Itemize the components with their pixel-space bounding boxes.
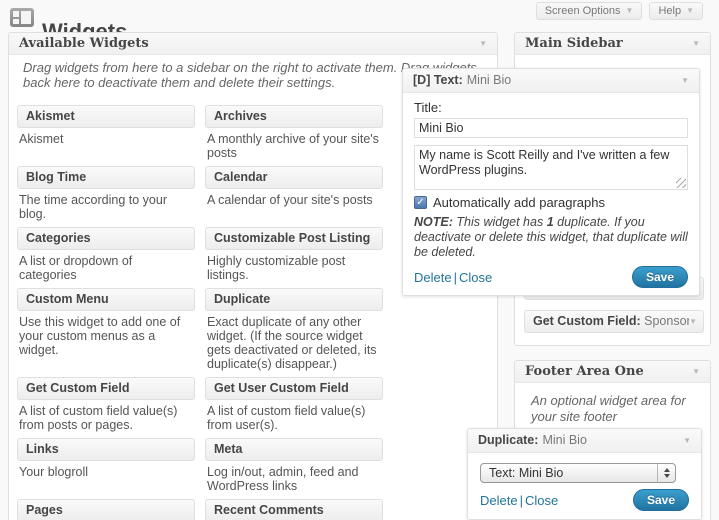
text-widget-editor-header[interactable]: [D] Text: Mini Bio ▼: [403, 69, 699, 93]
widget-description: Log in/out, admin, feed and WordPress li…: [205, 461, 383, 493]
available-widget-card: Blog Time The time according to your blo…: [17, 166, 195, 221]
widget-title-box[interactable]: Calendar: [205, 166, 383, 189]
chevron-down-icon: ▼: [681, 77, 689, 85]
resize-handle-icon[interactable]: [676, 178, 686, 188]
widget-description: A list of custom field value(s) from use…: [205, 400, 383, 432]
chevron-down-icon: ▼: [686, 7, 694, 15]
main-sidebar-header[interactable]: Main Sidebar ▼: [515, 33, 710, 55]
widget-description: A calendar of your site's posts: [205, 189, 383, 207]
widget-title-box[interactable]: Duplicate: [205, 288, 383, 311]
widget-title-input[interactable]: [414, 118, 688, 138]
widget-description: Highly customizable post listings.: [205, 250, 383, 282]
widget-description: The time according to your blog.: [17, 189, 195, 221]
panel-title: Main Sidebar: [525, 36, 623, 51]
widget-description: A monthly archive of your site's posts: [205, 128, 383, 160]
footer-area-description: An optional widget area for your site fo…: [531, 393, 694, 425]
widget-title-box[interactable]: Get User Custom Field: [205, 377, 383, 400]
available-widget-card: Custom Menu Use this widget to add one o…: [17, 288, 195, 371]
available-widget-card: Archives A monthly archive of your site'…: [205, 105, 383, 160]
main-sidebar-panel: Main Sidebar ▼ [D] Text: Mini Bio ▼ Titl…: [514, 32, 711, 346]
widget-description: A list or dropdown of categories: [17, 250, 195, 282]
widget-description: Akismet: [17, 128, 195, 146]
screen-options-button[interactable]: Screen Options ▼: [536, 2, 643, 20]
widget-title-box[interactable]: Meta: [205, 438, 383, 461]
duplicate-source-select[interactable]: Text: Mini Bio: [480, 463, 676, 483]
chevron-down-icon: ▼: [479, 40, 487, 48]
save-button[interactable]: Save: [633, 489, 689, 511]
widget-content-textarea[interactable]: My name is Scott Reilly and I've written…: [414, 145, 688, 190]
duplicate-widget-editor: Duplicate: Mini Bio ▼ Text: Mini Bio Del…: [467, 428, 702, 520]
screen-meta-links: Screen Options ▼ Help ▼: [536, 2, 703, 20]
editor-links: Delete|Close: [480, 493, 558, 508]
title-field-label: Title:: [414, 100, 688, 115]
widget-description: Exact duplicate of any other widget. (If…: [205, 311, 383, 371]
checkbox-checked-icon[interactable]: ✓: [414, 196, 427, 209]
sidebar-widget-get-custom-field[interactable]: Get Custom Field: Sponsors ▼: [524, 310, 704, 333]
editor-links: Delete|Close: [414, 270, 492, 285]
available-widget-card: Pages Your site's WordPress Pages: [17, 499, 195, 520]
widget-description: Use this widget to add one of your custo…: [17, 311, 195, 357]
delete-link[interactable]: Delete: [480, 493, 518, 508]
save-button[interactable]: Save: [632, 266, 688, 288]
available-widget-card: Get User Custom Field A list of custom f…: [205, 377, 383, 432]
delete-link[interactable]: Delete: [414, 270, 452, 285]
widgets-admin-page: Widgets Screen Options ▼ Help ▼ Availabl…: [0, 0, 719, 520]
available-widget-card: Customizable Post Listing Highly customi…: [205, 227, 383, 282]
footer-area-panel: Footer Area One ▼ An optional widget are…: [514, 360, 711, 520]
panel-title: Footer Area One: [525, 364, 644, 379]
chevron-down-icon: ▼: [626, 7, 634, 15]
available-widget-card: Recent Comments The most recent comments: [205, 499, 383, 520]
checkbox-label: Automatically add paragraphs: [433, 195, 605, 210]
auto-paragraphs-option[interactable]: ✓ Automatically add paragraphs: [414, 195, 688, 210]
widget-title-box[interactable]: Blog Time: [17, 166, 195, 189]
text-widget-editor: [D] Text: Mini Bio ▼ Title: My name is S…: [402, 68, 700, 296]
select-stepper-icon: [657, 464, 675, 482]
available-widget-card: Calendar A calendar of your site's posts: [205, 166, 383, 221]
duplicate-note: NOTE: This widget has 1 duplicate. If yo…: [414, 215, 688, 260]
available-widget-card: Links Your blogroll: [17, 438, 195, 493]
widget-title-box[interactable]: Custom Menu: [17, 288, 195, 311]
help-button[interactable]: Help ▼: [649, 2, 703, 20]
available-widgets-header[interactable]: Available Widgets ▼: [9, 33, 497, 55]
footer-area-header[interactable]: Footer Area One ▼: [515, 361, 710, 383]
available-widget-card: Categories A list or dropdown of categor…: [17, 227, 195, 282]
widget-title-box[interactable]: Customizable Post Listing: [205, 227, 383, 250]
widget-title-box[interactable]: Archives: [205, 105, 383, 128]
chevron-down-icon: ▼: [692, 40, 700, 48]
widget-title-box[interactable]: Links: [17, 438, 195, 461]
widget-title-box[interactable]: Recent Comments: [205, 499, 383, 520]
chevron-down-icon: ▼: [683, 437, 691, 445]
widget-title-box[interactable]: Akismet: [17, 105, 195, 128]
available-widget-card: Meta Log in/out, admin, feed and WordPre…: [205, 438, 383, 493]
available-widget-card: Akismet Akismet: [17, 105, 195, 160]
widget-title-box[interactable]: Pages: [17, 499, 195, 520]
close-link[interactable]: Close: [525, 493, 558, 508]
duplicate-widget-editor-header[interactable]: Duplicate: Mini Bio ▼: [468, 429, 701, 453]
widget-description: Your blogroll: [17, 461, 195, 479]
available-widget-card: Duplicate Exact duplicate of any other w…: [205, 288, 383, 371]
panel-title: Available Widgets: [19, 36, 149, 51]
widget-title-box[interactable]: Categories: [17, 227, 195, 250]
widgets-icon: [10, 8, 34, 27]
close-link[interactable]: Close: [459, 270, 492, 285]
available-widget-card: Get Custom Field A list of custom field …: [17, 377, 195, 432]
chevron-down-icon: ▼: [689, 318, 697, 326]
chevron-down-icon: ▼: [692, 368, 700, 376]
widget-description: A list of custom field value(s) from pos…: [17, 400, 195, 432]
widget-title-box[interactable]: Get Custom Field: [17, 377, 195, 400]
